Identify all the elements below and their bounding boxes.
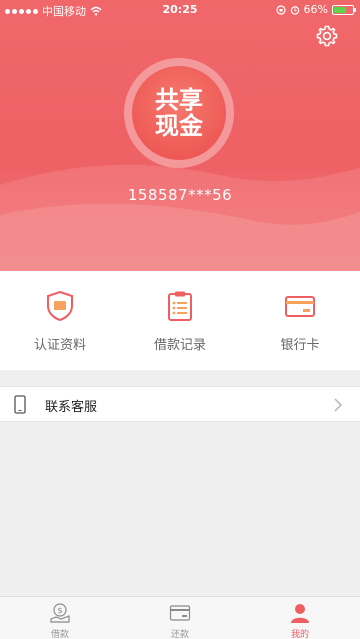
- tab-loan-label: 借款: [50, 630, 69, 639]
- battery-icon: [332, 4, 356, 15]
- gear-icon[interactable]: [315, 24, 339, 48]
- logo-text-line1: 共享: [155, 86, 203, 114]
- shortcut-verification[interactable]: 认证资料: [0, 271, 120, 370]
- card-icon: [169, 605, 191, 621]
- status-bar: 中国移动 20:25 66%: [0, 0, 360, 20]
- clipboard-icon: [168, 291, 192, 321]
- battery-percent: 66%: [303, 3, 328, 16]
- user-icon: [291, 604, 309, 623]
- alarm-icon: [290, 5, 299, 15]
- svg-text:$: $: [57, 606, 62, 615]
- chevron-right-icon: [334, 398, 343, 412]
- bottom-tab-bar: $ 借款 还款 我的: [0, 596, 360, 639]
- app-logo-badge: 共享 现金: [132, 66, 226, 160]
- loan-icon: $: [50, 603, 70, 623]
- shortcut-loan-records-label: 借款记录: [153, 338, 206, 353]
- contact-support-row[interactable]: 联系客服: [0, 386, 360, 422]
- rotation-lock-icon: [275, 4, 286, 15]
- shield-icon: [47, 290, 73, 322]
- tab-mine-label: 我的: [290, 630, 309, 639]
- account-shortcuts: 认证资料 借款记录 银行卡: [0, 271, 360, 370]
- profile-header: 中国移动 20:25 66% 共享 现金 158587***56: [0, 0, 360, 271]
- app-logo: 共享 现金: [124, 58, 234, 168]
- shortcut-loan-records[interactable]: 借款记录: [120, 271, 240, 370]
- user-phone-number: 158587***56: [127, 186, 233, 204]
- tab-repay[interactable]: 还款: [120, 597, 240, 639]
- shortcut-verification-label: 认证资料: [33, 338, 86, 353]
- shortcut-bank-card-label: 银行卡: [280, 338, 320, 353]
- shortcut-bank-card[interactable]: 银行卡: [240, 271, 360, 370]
- tab-repay-label: 还款: [170, 630, 189, 639]
- contact-support-label: 联系客服: [45, 400, 98, 415]
- tab-loan[interactable]: $ 借款: [0, 597, 120, 639]
- logo-text-line2: 现金: [155, 112, 203, 140]
- tab-mine[interactable]: 我的: [240, 597, 360, 639]
- phone-icon: [14, 395, 26, 414]
- bank-card-icon: [285, 296, 315, 317]
